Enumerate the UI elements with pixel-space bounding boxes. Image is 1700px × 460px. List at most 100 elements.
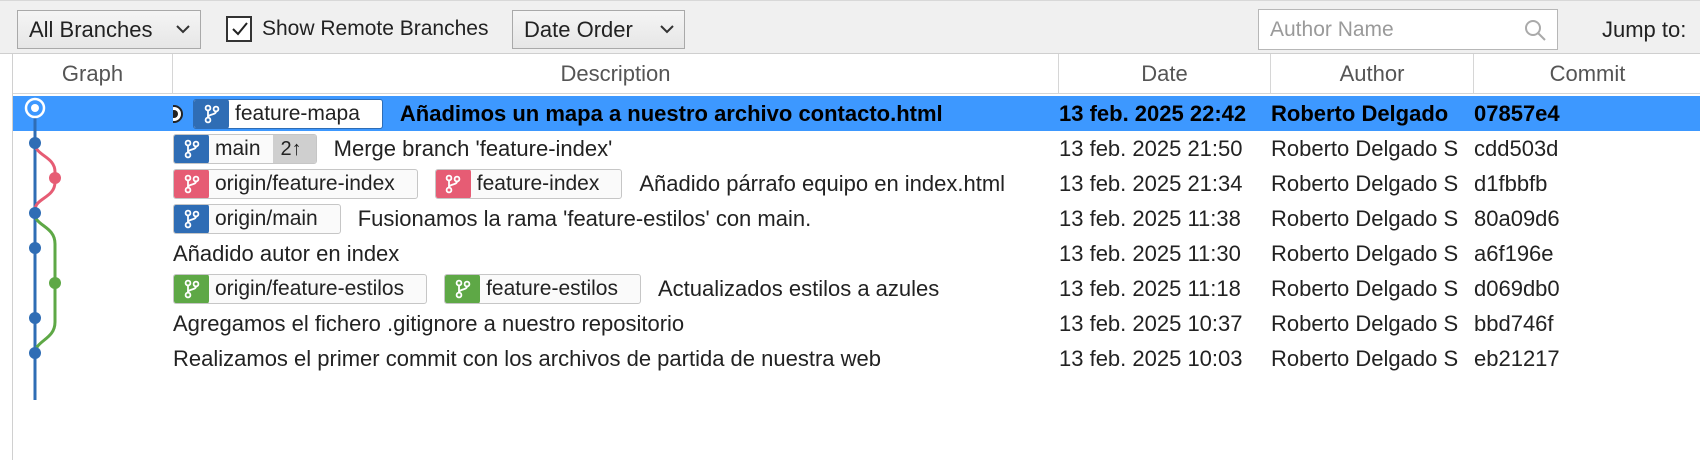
branch-tag[interactable]: origin/feature-estilos — [173, 273, 428, 304]
commit-message: Añadido párrafo equipo en index.html — [639, 171, 1006, 196]
commit-hash: d069db0 — [1474, 276, 1560, 301]
commit-description: origin/main Fusionamos la rama 'feature-e… — [173, 201, 1123, 236]
commit-hash: cdd503d — [1474, 136, 1559, 161]
commit-message: Fusionamos la rama 'feature-estilos' con… — [357, 206, 812, 231]
graph-node[interactable] — [29, 137, 41, 149]
commit-author: Roberto Delgado S — [1271, 241, 1459, 266]
checkmark-icon — [232, 22, 248, 36]
commit-hash: eb21217 — [1474, 346, 1560, 371]
author-search[interactable] — [1258, 9, 1558, 50]
commit-description: Añadido autor en index — [173, 236, 1123, 271]
commit-hash: 80a09d6 — [1474, 206, 1560, 231]
commit-author: Roberto Delgado S — [1271, 171, 1459, 196]
commit-row[interactable]: main 2↑ Merge branch 'feature-index' 13 feb… — [13, 131, 1700, 166]
commit-row[interactable]: origin/feature-estilos feature-estilos Act… — [13, 271, 1700, 306]
commit-message: Actualizados estilos a azules — [658, 276, 940, 301]
order-dropdown-label: Date Order — [524, 16, 633, 42]
commit-date: 13 feb. 2025 10:03 — [1059, 346, 1243, 371]
commit-row[interactable]: Realizamos el primer commit con los arch… — [13, 341, 1700, 376]
graph-node[interactable] — [49, 277, 61, 289]
commit-hash: 07857e4 — [1474, 101, 1560, 126]
branch-icon-box — [174, 169, 209, 198]
graph-node[interactable] — [29, 242, 41, 254]
graph-node[interactable] — [49, 172, 61, 184]
column-description[interactable]: Description — [173, 54, 1059, 94]
commit-description: main 2↑ Merge branch 'feature-index' — [173, 131, 1123, 166]
commit-author: Roberto Delgado — [1271, 101, 1449, 126]
branch-icon — [184, 174, 199, 193]
commit-description: Agregamos el fichero .gitignore a nuestr… — [173, 306, 1123, 341]
commit-history-grid: Graph Description Date Author Commit fea… — [12, 54, 1700, 460]
commit-graph — [24, 97, 61, 400]
graph-node[interactable] — [29, 312, 41, 324]
commit-hash: d1fbbfb — [1474, 171, 1548, 196]
graph-node[interactable] — [29, 207, 41, 219]
branch-tag[interactable]: feature-index — [434, 168, 623, 199]
commit-description: Realizamos el primer commit con los arch… — [173, 341, 1123, 376]
commit-hash: bbd746f — [1474, 311, 1554, 336]
commit-row[interactable]: origin/feature-index feature-index Añadido… — [13, 166, 1700, 201]
branch-tag[interactable]: main 2↑ — [173, 133, 317, 164]
commit-message: Merge branch 'feature-index' — [333, 136, 613, 161]
branch-icon-box — [435, 169, 471, 198]
commit-date: 13 feb. 2025 11:30 — [1059, 241, 1241, 266]
order-dropdown[interactable]: Date Order — [512, 10, 685, 49]
commit-message: Añadido autor en index — [173, 241, 400, 266]
commit-date: 13 feb. 2025 11:18 — [1059, 276, 1241, 301]
commit-row[interactable]: feature-mapa Añadimos un mapa a nuestro a… — [13, 96, 1700, 131]
commit-date: 13 feb. 2025 22:42 — [1059, 101, 1247, 126]
branch-icon — [445, 174, 461, 193]
commit-date: 13 feb. 2025 21:34 — [1059, 171, 1243, 196]
column-graph[interactable]: Graph — [13, 54, 173, 94]
commit-date: 13 feb. 2025 21:50 — [1059, 136, 1243, 161]
branch-icon — [455, 279, 470, 298]
branch-tag-label: feature-index — [476, 172, 600, 195]
commit-row[interactable]: Agregamos el fichero .gitignore a nuestr… — [13, 306, 1700, 341]
commit-author: Roberto Delgado S — [1271, 136, 1459, 161]
commit-description: origin/feature-index feature-index Añadido… — [173, 166, 1123, 201]
branch-tag-label: origin/main — [215, 207, 318, 230]
branch-tag[interactable]: origin/feature-index — [173, 168, 418, 199]
search-icon — [1525, 20, 1546, 41]
head-indicator-icon — [173, 104, 183, 123]
graph-node[interactable] — [29, 347, 41, 359]
branch-tag[interactable]: feature-mapa — [193, 98, 383, 129]
branch-icon-box — [174, 274, 209, 303]
show-remote-label: Show Remote Branches — [262, 17, 489, 40]
branch-tag-label: origin/feature-index — [215, 172, 395, 195]
commit-row[interactable]: Añadido autor en index 13 feb. 2025 11:30… — [13, 236, 1700, 271]
commit-date: 13 feb. 2025 10:37 — [1059, 311, 1243, 336]
branch-icon — [204, 104, 219, 123]
graph-node-head-dot — [31, 104, 39, 112]
branches-dropdown[interactable]: All Branches — [17, 10, 201, 49]
commit-row[interactable]: origin/main Fusionamos la rama 'feature-e… — [13, 201, 1700, 236]
commit-message: Añadimos un mapa a nuestro archivo conta… — [399, 101, 943, 126]
commit-message: Realizamos el primer commit con los arch… — [173, 346, 881, 371]
commit-author: Roberto Delgado S — [1271, 206, 1459, 231]
branch-icon — [184, 139, 199, 158]
commit-date: 13 feb. 2025 11:38 — [1059, 206, 1241, 231]
branch-tag-label: main — [215, 137, 261, 160]
ahead-count-badge: 2↑ — [272, 134, 316, 163]
column-date[interactable]: Date — [1059, 54, 1271, 94]
show-remote-branches-toggle[interactable]: Show Remote Branches — [226, 14, 488, 44]
branch-tag-label: feature-estilos — [486, 277, 618, 300]
branch-tag[interactable]: feature-estilos — [444, 273, 641, 304]
branch-icon — [184, 279, 199, 298]
column-header: Graph Description Date Author Commit — [13, 54, 1700, 94]
show-remote-checkbox[interactable] — [226, 16, 252, 42]
author-search-input[interactable] — [1259, 10, 1509, 49]
jump-to-label: Jump to: — [1602, 17, 1687, 42]
commit-description: feature-mapa Añadimos un mapa a nuestro a… — [173, 96, 1123, 131]
commit-hash: a6f196e — [1474, 241, 1554, 266]
branch-icon — [184, 209, 199, 228]
branch-tag-label: origin/feature-estilos — [215, 277, 405, 300]
branch-tag-label: feature-mapa — [235, 102, 360, 125]
branch-tag[interactable]: origin/main — [173, 203, 341, 234]
column-author[interactable]: Author — [1271, 54, 1474, 94]
chevron-down-icon — [176, 25, 190, 34]
toolbar: All Branches Show Remote Branches Date O… — [0, 0, 1700, 54]
commit-description: origin/feature-estilos feature-estilos Act… — [173, 271, 1123, 306]
branch-icon-box — [174, 204, 209, 233]
column-commit[interactable]: Commit — [1474, 54, 1700, 94]
